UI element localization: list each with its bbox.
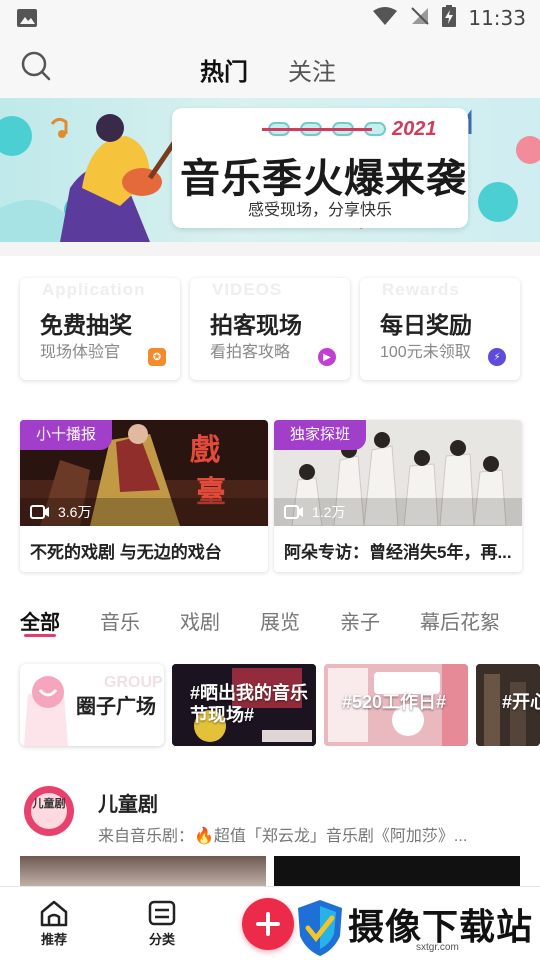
category-icon bbox=[148, 900, 176, 926]
topic-label: #开心 bbox=[502, 692, 540, 712]
watermark: 摄像下载站 sxtgr.com bbox=[294, 896, 540, 960]
card-title: 拍客现场 bbox=[210, 312, 302, 338]
gift-badge-icon: ✪ bbox=[148, 348, 166, 366]
quick-card-snapshot[interactable]: VIDEOS 拍客现场 看拍客攻略 ▶ bbox=[190, 278, 350, 380]
card-bg-text: VIDEOS bbox=[212, 280, 283, 299]
video-card[interactable]: 独家探班 1.2万 阿朵专访：曾经消失5年，再... bbox=[274, 420, 522, 572]
nav-recommend[interactable]: 推荐 bbox=[24, 899, 84, 948]
no-signal-icon bbox=[410, 6, 430, 31]
card-bg-text: Rewards bbox=[382, 280, 460, 299]
tab-family[interactable]: 亲子 bbox=[340, 606, 380, 635]
card-title: 每日奖励 bbox=[380, 312, 472, 338]
article-author[interactable]: 儿童剧 bbox=[98, 788, 158, 817]
banner-strike bbox=[262, 128, 372, 131]
watermark-url: sxtgr.com bbox=[416, 942, 459, 953]
play-badge-icon: ▶ bbox=[318, 348, 336, 366]
battery-charging-icon bbox=[442, 4, 457, 32]
active-tab-indicator bbox=[24, 634, 56, 637]
status-time: 11:33 bbox=[468, 6, 526, 30]
tab-hot[interactable]: 热门 bbox=[200, 52, 248, 87]
tab-drama[interactable]: 戏剧 bbox=[180, 606, 220, 635]
video-view-count: 1.2万 bbox=[312, 504, 346, 520]
card-subtitle: 看拍客攻略 bbox=[210, 344, 291, 361]
banner-subtitle: 感受现场，分享快乐 bbox=[248, 202, 393, 219]
topic-label: #520工作日# bbox=[342, 692, 447, 712]
card-title: 免费抽奖 bbox=[40, 312, 132, 338]
article-image[interactable] bbox=[274, 856, 520, 886]
video-tag: 独家探班 bbox=[274, 420, 367, 450]
video-views: 1.2万 bbox=[284, 502, 345, 522]
status-bar: 11:33 bbox=[0, 0, 540, 36]
nav-category[interactable]: 分类 bbox=[132, 899, 192, 948]
avatar[interactable]: 儿童剧 bbox=[24, 786, 74, 836]
bag-icon bbox=[24, 676, 68, 746]
tab-music[interactable]: 音乐 bbox=[100, 606, 140, 635]
card-subtitle: 100元未领取 bbox=[380, 344, 471, 361]
card-subtitle: 现场体验官 bbox=[40, 344, 121, 361]
quick-card-lottery[interactable]: Application 免费抽奖 现场体验官 ✪ bbox=[20, 278, 180, 380]
tab-following[interactable]: 关注 bbox=[288, 52, 336, 87]
circle-plaza-card[interactable]: GROUP 圈子广场 bbox=[20, 664, 164, 746]
card-bg-text: Application bbox=[42, 280, 146, 299]
svg-text:戲: 戲 bbox=[190, 433, 220, 468]
article-subtitle[interactable]: 来自音乐剧：🔥超值「郑云龙」音乐剧《阿加莎》... bbox=[98, 822, 467, 846]
article-image[interactable] bbox=[20, 856, 266, 886]
topic-tile[interactable]: #520工作日# bbox=[324, 664, 468, 746]
topic-label: #晒出我的音乐节现场# bbox=[190, 683, 309, 725]
search-icon[interactable] bbox=[20, 50, 52, 82]
promo-banner[interactable]: 2021 音乐季火爆来袭 感受现场，分享快乐 bbox=[0, 98, 540, 242]
home-icon bbox=[40, 900, 68, 927]
topic-tile[interactable]: #开心 bbox=[476, 664, 540, 746]
tab-behind-scenes[interactable]: 幕后花絮 bbox=[420, 606, 500, 635]
section-divider bbox=[0, 242, 540, 256]
quick-card-rewards[interactable]: Rewards 每日奖励 100元未领取 ⚡ bbox=[360, 278, 520, 380]
video-title: 阿朵专访：曾经消失5年，再... bbox=[284, 543, 512, 562]
video-camera-icon bbox=[284, 505, 303, 519]
video-tag: 小十播报 bbox=[20, 420, 113, 450]
top-header: 热门 关注 bbox=[0, 36, 540, 98]
video-views: 3.6万 bbox=[30, 502, 91, 522]
plus-icon bbox=[256, 912, 280, 936]
category-tabs: 全部 音乐 戏剧 展览 亲子 幕后花絮 bbox=[20, 606, 500, 635]
shield-logo-icon bbox=[298, 900, 342, 956]
banner-year: 2021 bbox=[392, 118, 437, 140]
create-post-button[interactable] bbox=[242, 898, 294, 950]
gallery-icon bbox=[16, 8, 38, 28]
video-card[interactable]: 戲 臺 小十播报 3.6万 不死的戏剧 与无边的戏台 bbox=[20, 420, 268, 572]
circle-plaza-label: 圈子广场 bbox=[76, 696, 156, 718]
nav-label: 分类 bbox=[148, 932, 175, 947]
topic-tile[interactable]: #晒出我的音乐节现场# bbox=[172, 664, 316, 746]
tab-all[interactable]: 全部 bbox=[20, 606, 60, 635]
bolt-badge-icon: ⚡ bbox=[488, 348, 506, 366]
feed-tabs: 热门 关注 bbox=[200, 52, 336, 87]
video-view-count: 3.6万 bbox=[58, 504, 92, 520]
wifi-icon bbox=[372, 6, 398, 31]
video-camera-icon bbox=[30, 505, 49, 519]
avatar-text: 儿童剧 bbox=[31, 793, 67, 829]
nav-label: 推荐 bbox=[40, 932, 67, 947]
video-title: 不死的戏剧 与无边的戏台 bbox=[30, 543, 222, 562]
tab-exhibition[interactable]: 展览 bbox=[260, 606, 300, 635]
